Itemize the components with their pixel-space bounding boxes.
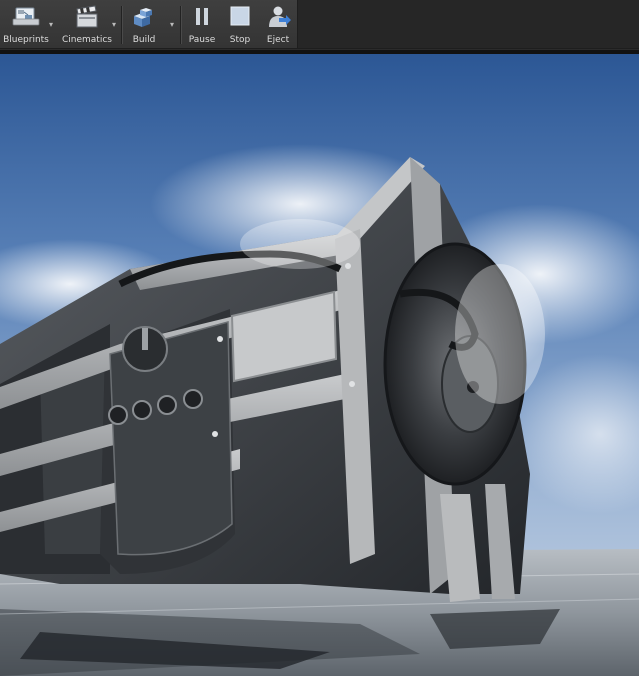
toolbar-empty-area xyxy=(298,0,639,49)
pause-icon xyxy=(196,8,208,25)
game-viewport[interactable] xyxy=(0,54,639,676)
pause-button[interactable]: Pause xyxy=(184,3,220,47)
build-dropdown-arrow[interactable]: ▾ xyxy=(167,21,177,29)
build-blocks-icon xyxy=(134,8,152,27)
build-label: Build xyxy=(132,35,156,45)
cinematics-dropdown-arrow[interactable]: ▾ xyxy=(109,21,119,29)
blueprints-dropdown-arrow[interactable]: ▾ xyxy=(46,21,56,29)
blueprints-icon xyxy=(12,7,40,26)
blueprints-label: Blueprints xyxy=(3,35,49,45)
stop-button[interactable]: Stop xyxy=(222,3,258,47)
cinematics-label: Cinematics xyxy=(62,35,112,45)
eject-label: Eject xyxy=(266,35,290,45)
toolbar-divider xyxy=(121,6,123,44)
eject-button[interactable]: Eject xyxy=(259,3,297,47)
stop-icon xyxy=(230,6,250,26)
blueprints-button[interactable]: Blueprints xyxy=(2,3,50,47)
viewport-scene xyxy=(0,54,639,676)
clapperboard-icon xyxy=(76,5,98,28)
build-button[interactable]: Build xyxy=(124,3,164,47)
cinematics-button[interactable]: Cinematics xyxy=(60,3,114,47)
toolbar-divider xyxy=(180,6,182,44)
editor-toolbar: Blueprints ▾ Cinematics ▾ Build ▾ Pause … xyxy=(0,0,639,50)
eject-icon xyxy=(269,6,291,27)
stop-label: Stop xyxy=(229,35,251,45)
pause-label: Pause xyxy=(188,35,216,45)
